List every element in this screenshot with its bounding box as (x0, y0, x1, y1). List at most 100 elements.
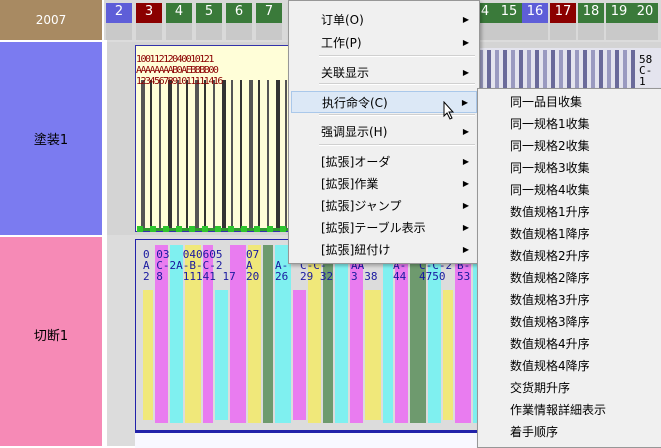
submenu-item-12[interactable]: 数值规格4降序 (480, 355, 660, 377)
submenu-item-11[interactable]: 数值规格4升序 (480, 333, 660, 355)
context-menu-item-8[interactable]: [拡張]テーブル表示 ▶ (291, 217, 477, 239)
submenu-item-2[interactable]: 同一规格2收集 (480, 135, 660, 157)
submenu-item-4[interactable]: 同一规格4收集 (480, 179, 660, 201)
row1-right-bar[interactable] (631, 50, 635, 90)
row1-right-bar[interactable] (503, 50, 507, 90)
row1-task-bar[interactable] (267, 80, 269, 228)
row2-task-bar[interactable] (365, 290, 381, 420)
row1-right-bar[interactable] (543, 50, 547, 90)
row-label-painting[interactable]: 塗装1 (0, 42, 102, 235)
row1-right-bar[interactable] (615, 50, 619, 90)
submenu-item-1[interactable]: 同一规格1收集 (480, 113, 660, 135)
submenu-item-label: 数值规格3升序 (510, 293, 590, 307)
row1-task-bar[interactable] (186, 80, 188, 228)
row1-task-bar[interactable] (141, 80, 145, 228)
row1-task-bar[interactable] (231, 80, 233, 228)
context-menu-item-1[interactable]: 工作(P) ▶ (291, 32, 477, 54)
submenu-item-15[interactable]: 着手顺序 (480, 421, 660, 443)
submenu-item-label: 同一品目收集 (510, 95, 583, 109)
day-header-5: 7 (256, 3, 282, 40)
row1-task-bar[interactable] (258, 80, 260, 228)
context-menu-item-4[interactable]: 强调显示(H) ▶ (291, 121, 477, 143)
link-node[interactable] (280, 226, 286, 232)
row1-right-bar[interactable] (511, 50, 515, 90)
context-menu-item-7[interactable]: [拡張]ジャンプ ▶ (291, 195, 477, 217)
row1-task-bar[interactable] (222, 80, 226, 228)
row1-right-bar[interactable] (599, 50, 603, 90)
row2-task-bar[interactable] (335, 245, 348, 423)
row1-task-bar[interactable] (150, 80, 152, 228)
row1-task-bar[interactable] (249, 80, 253, 228)
submenu-item-label: 同一规格1收集 (510, 117, 590, 131)
row1-right-bar[interactable] (527, 50, 531, 90)
link-node[interactable] (241, 226, 247, 232)
row1-right-bar[interactable] (551, 50, 555, 90)
submenu-item-label: 数值规格1升序 (510, 205, 590, 219)
row1-right-bar[interactable] (559, 50, 563, 90)
menu-item-label: 强调显示(H) (321, 125, 388, 139)
row1-right-bar[interactable] (519, 50, 523, 90)
submenu-item-6[interactable]: 数值规格1降序 (480, 223, 660, 245)
row1-task-bar[interactable] (213, 80, 215, 228)
row1-task-bar[interactable] (240, 80, 242, 228)
context-menu-item-9[interactable]: [拡張]紐付け ▶ (291, 239, 477, 261)
submenu-item-9[interactable]: 数值规格3升序 (480, 289, 660, 311)
row2-task-bar[interactable] (443, 290, 453, 420)
row1-task-bar[interactable] (276, 80, 280, 228)
submenu-item-5[interactable]: 数值规格1升序 (480, 201, 660, 223)
context-menu-item-2[interactable]: 关联显示 ▶ (291, 62, 477, 84)
row1-task-bar[interactable] (168, 80, 172, 228)
submenu-item-0[interactable]: 同一品目收集 (480, 91, 660, 113)
row1-task-bar[interactable] (285, 80, 287, 228)
link-node[interactable] (163, 226, 169, 232)
day-subcell (632, 23, 658, 40)
link-node[interactable] (215, 226, 221, 232)
row1-right-bar[interactable] (495, 50, 499, 90)
submenu-item-7[interactable]: 数值规格2升序 (480, 245, 660, 267)
day-header-11: 19 (606, 3, 632, 40)
row1-task-bar[interactable] (195, 80, 199, 228)
submenu-item-label: 交货期升序 (510, 381, 571, 395)
submenu-item-13[interactable]: 交货期升序 (480, 377, 660, 399)
link-node[interactable] (202, 226, 208, 232)
row1-task-bar[interactable] (204, 80, 206, 228)
submenu-item-10[interactable]: 数值规格3降序 (480, 311, 660, 333)
row1-right-bar[interactable] (623, 50, 627, 90)
submenu-item-3[interactable]: 同一规格3收集 (480, 157, 660, 179)
row1-right-bar[interactable] (567, 50, 571, 90)
row1-right-bar[interactable] (487, 50, 491, 90)
link-node[interactable] (228, 226, 234, 232)
day-subcell (256, 23, 282, 40)
row2-task-bar[interactable] (293, 290, 306, 420)
row-label-cutting[interactable]: 切断1 (0, 237, 102, 431)
day-header-10: 18 (578, 3, 604, 40)
day-subcell (106, 23, 132, 40)
row2-task-bar[interactable] (215, 290, 228, 420)
row1-right-bar[interactable] (535, 50, 539, 90)
link-node[interactable] (176, 226, 182, 232)
link-node[interactable] (150, 226, 156, 232)
row2-task-bar[interactable] (263, 245, 273, 423)
link-node[interactable] (189, 226, 195, 232)
row1-right-bar[interactable] (583, 50, 587, 90)
row1-right-bar[interactable] (607, 50, 611, 90)
row1-right-bar[interactable] (591, 50, 595, 90)
context-menu-item-6[interactable]: [拡張]作業 ▶ (291, 173, 477, 195)
day-header-1: 3 (136, 3, 162, 40)
day-number: 18 (582, 4, 600, 19)
row2-task-bar[interactable] (143, 290, 153, 420)
context-menu-item-5[interactable]: [拡張]オーダ ▶ (291, 151, 477, 173)
link-node[interactable] (137, 226, 143, 232)
row1-right-bar[interactable] (575, 50, 579, 90)
row1-task-bar[interactable] (177, 80, 179, 228)
submenu-item-8[interactable]: 数值规格2降序 (480, 267, 660, 289)
menu-item-label: 订单(O) (321, 13, 364, 27)
row1-task-bar[interactable] (159, 80, 161, 228)
link-node[interactable] (254, 226, 260, 232)
execute-command-submenu: 同一品目收集 同一规格1收集同一规格2收集 同一规格3收集 同一规格4收集数值规格1升… (477, 88, 661, 448)
submenu-item-14[interactable]: 作業情報詳細表示 (480, 399, 660, 421)
context-menu-item-0[interactable]: 订单(O) ▶ (291, 9, 477, 31)
link-node[interactable] (267, 226, 273, 232)
row2-task-bar[interactable] (383, 245, 393, 423)
day-number: 5 (204, 4, 214, 19)
